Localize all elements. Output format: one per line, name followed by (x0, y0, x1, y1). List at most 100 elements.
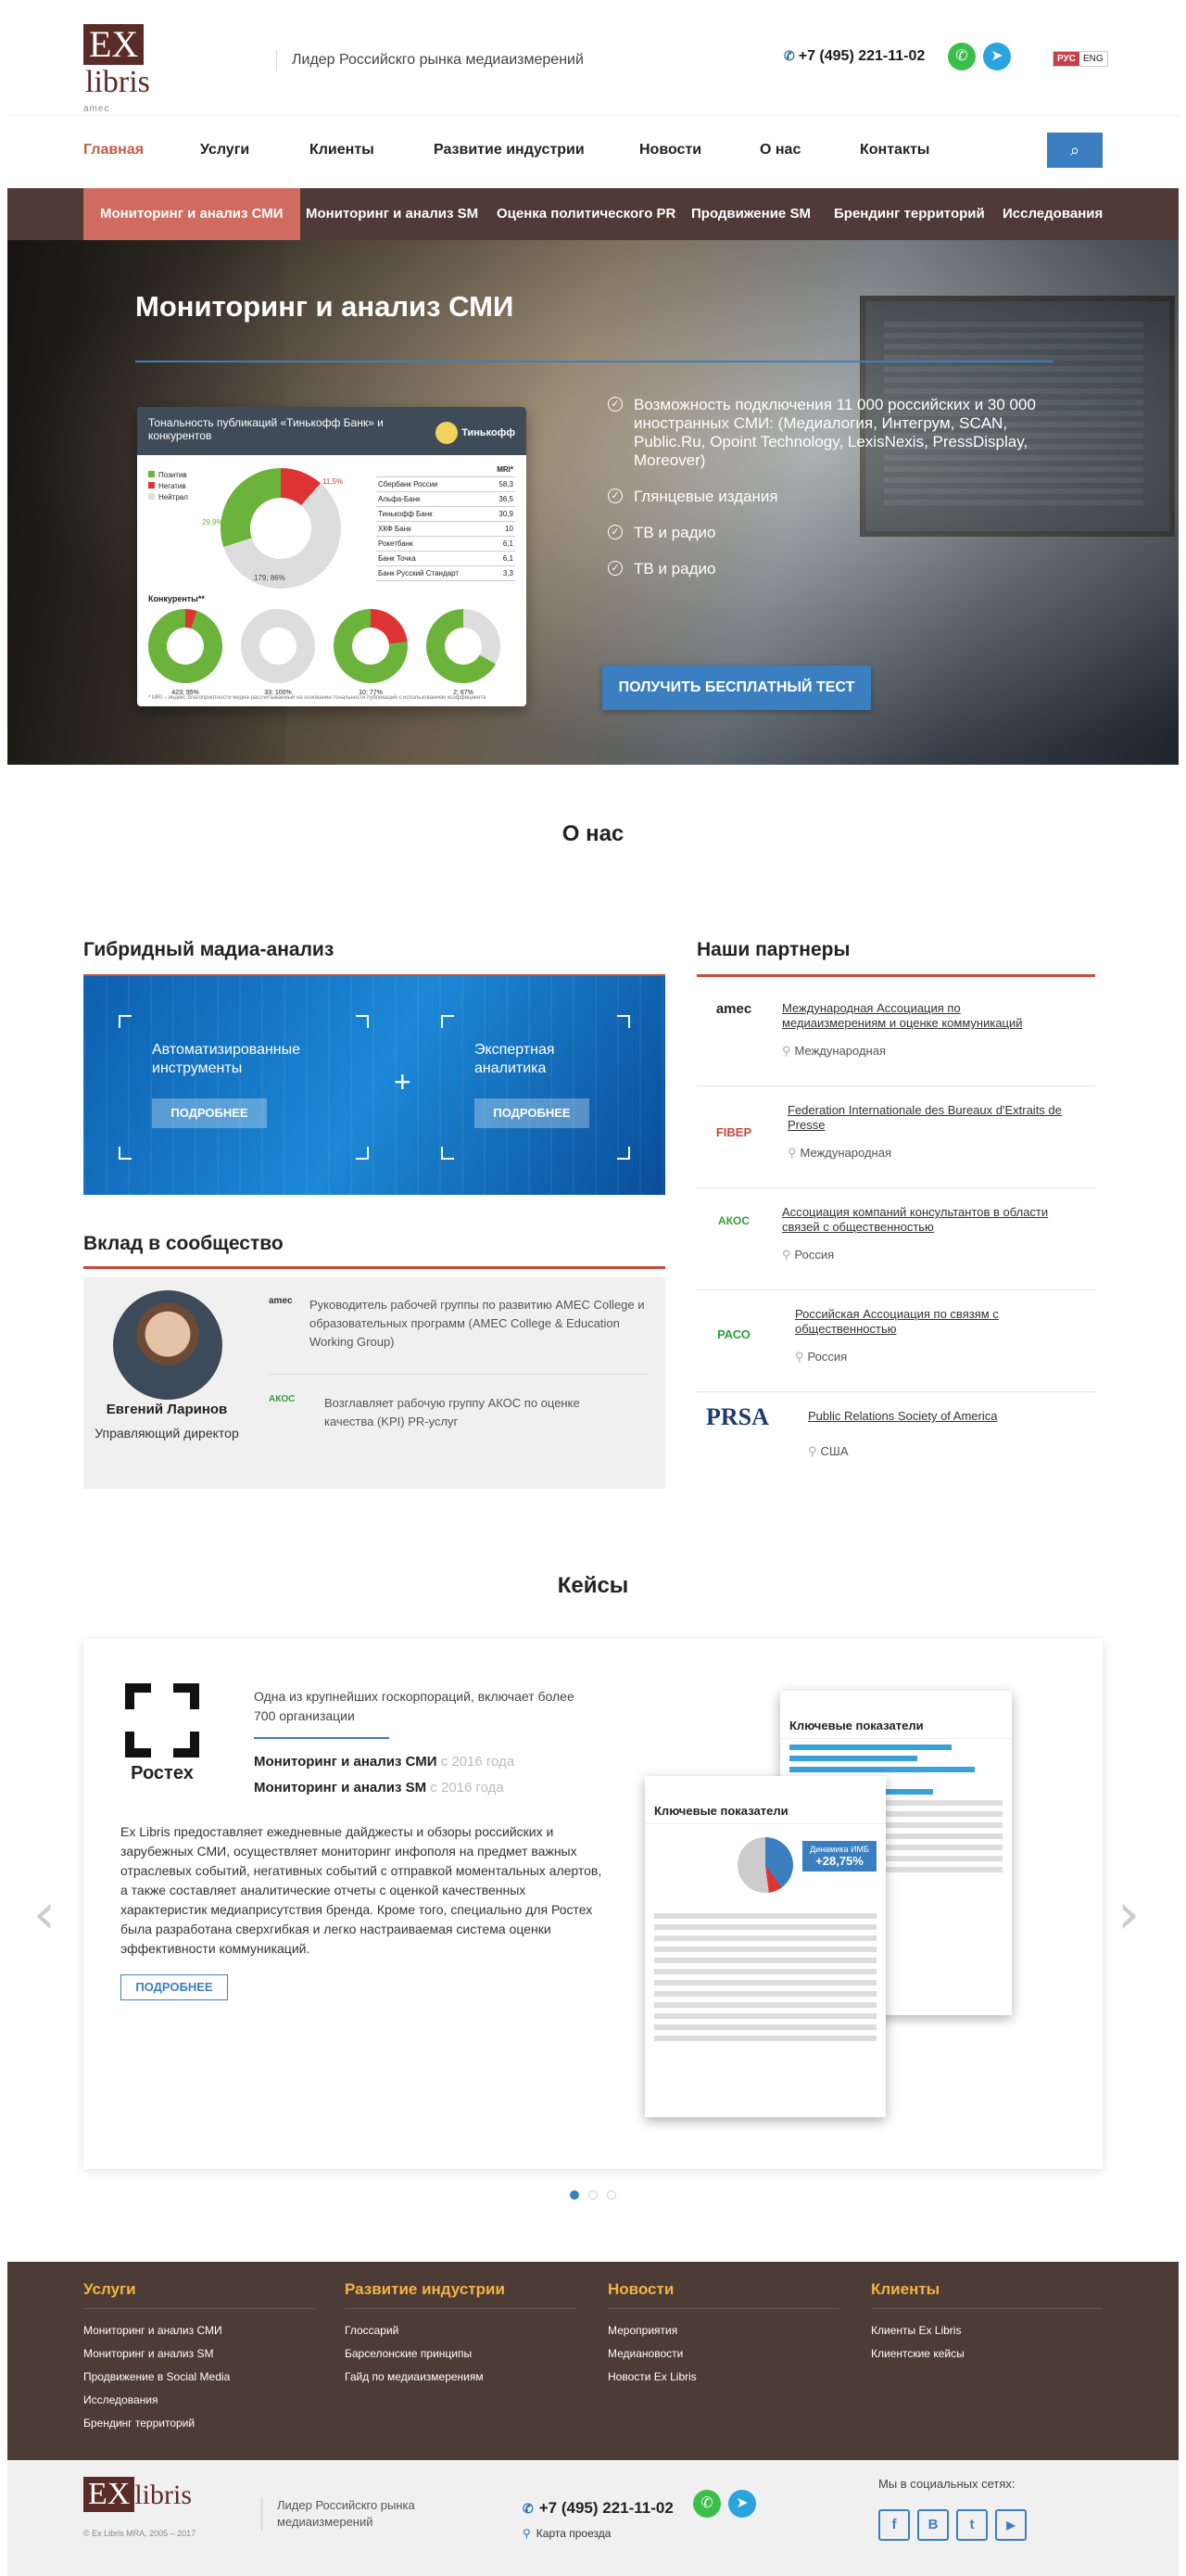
footer-link[interactable]: Новости Ex Libris (608, 2370, 839, 2383)
contrib-title: Вклад в сообщество (83, 1233, 284, 1254)
partner-item[interactable]: PRSA Public Relations Society of America… (697, 1392, 1095, 1494)
benefit-text: ТВ и радио (634, 560, 716, 577)
nav-industry[interactable]: Развитие индустрии (434, 142, 585, 159)
phone-icon: ✆ (523, 2501, 534, 2516)
lang-ru[interactable]: РУС (1054, 52, 1079, 66)
frame-corner (617, 1147, 630, 1160)
partner-item[interactable]: АКОС Ассоциация компаний консультантов в… (697, 1188, 1095, 1290)
subnav-political-pr[interactable]: Оценка политического PR (480, 188, 692, 240)
site-footer: Услуги Мониторинг и анализ СМИ Мониторин… (7, 2262, 1179, 2460)
footer-logo[interactable]: EX libris (83, 2477, 192, 2512)
doc-kpi-value: +28,75% (815, 1854, 864, 1868)
hero-benefits-list: ✓ Возможность подключения 11 000 российск… (608, 396, 1043, 596)
expert-more-button[interactable]: ПОДРОБНЕЕ (474, 1098, 589, 1128)
case-more-button[interactable]: ПОДРОБНЕЕ (120, 1974, 228, 2000)
search-button[interactable]: ⌕ (1047, 133, 1103, 168)
hybrid-analysis-banner: Автоматизированные инструменты ПОДРОБНЕЕ… (83, 976, 665, 1195)
automation-more-button[interactable]: ПОДРОБНЕЕ (152, 1098, 267, 1128)
nav-clients[interactable]: Клиенты (309, 142, 374, 159)
footer-link[interactable]: Продвижение в Social Media (83, 2370, 315, 2383)
doc-table (645, 1913, 886, 2041)
nav-services[interactable]: Услуги (200, 142, 249, 159)
report-footnote: * MRI – индекс благоприятности медиа рас… (148, 695, 486, 701)
partner-item[interactable]: РАСО Российская Ассоциация по связям с о… (697, 1290, 1095, 1392)
mri-table: MRI* Сбербанк России 58,3 Альфа-Банк 36,5 … (376, 463, 515, 581)
twitter-icon[interactable]: t (956, 2509, 988, 2541)
nav-about[interactable]: О нас (760, 142, 801, 159)
carousel-dot[interactable] (570, 2190, 579, 2200)
facebook-icon[interactable]: f (878, 2509, 910, 2541)
subnav-media-monitoring[interactable]: Мониторинг и анализ СМИ (83, 188, 300, 240)
logo-partners: amec (83, 104, 110, 114)
report-preview: Тональность публикаций «Тинькофф Банк» и… (137, 407, 526, 706)
chevron-right-icon[interactable]: › (1117, 1882, 1140, 1947)
amec-logo: amec (269, 1296, 293, 1306)
footer-link[interactable]: Исследования (83, 2393, 315, 2406)
mri-value: 58,3 (498, 480, 513, 489)
subnav-sm-monitoring[interactable]: Мониторинг и анализ SM (289, 188, 495, 240)
case-card: Ростех Одна из крупнейших госкорпораций,… (83, 1639, 1103, 2169)
frame-corner (441, 1015, 454, 1028)
main-nav: Главная Услуги Клиенты Развитие индустри… (7, 116, 1179, 188)
footer-link[interactable]: Медиановости (608, 2347, 839, 2360)
telegram-icon[interactable]: ➤ (983, 43, 1011, 70)
partner-location: ⚲ Международная (782, 1044, 886, 1059)
person-name: Евгений Ларинов (106, 1402, 228, 1417)
report-bank-name: Тинькофф (461, 426, 515, 438)
footer-phone[interactable]: ✆ +7 (495) 221-11-02 (523, 2499, 674, 2518)
partner-name[interactable]: Международная Ассоциация по медиаизмерен… (782, 1001, 1060, 1031)
subnav-branding[interactable]: Брендинг территорий (817, 188, 1002, 240)
footer-col-title: Услуги (83, 2280, 315, 2309)
partner-location-text: Россия (794, 1248, 835, 1262)
footer-link[interactable]: Мониторинг и анализ СМИ (83, 2324, 315, 2337)
partner-name[interactable]: Federation Internationale des Bureaux d'… (788, 1103, 1066, 1133)
partner-item[interactable]: FIBEP Federation Internationale des Bure… (697, 1086, 1095, 1188)
benefit-item: ✓ Глянцевые издания (608, 488, 1043, 506)
benefit-item: ✓ Возможность подключения 11 000 российск… (608, 396, 1043, 470)
mri-bank: Тинькофф Банк (378, 510, 433, 518)
lang-en[interactable]: ENG (1079, 52, 1107, 66)
partner-name[interactable]: Public Relations Society of America (808, 1409, 1086, 1424)
free-test-button[interactable]: ПОЛУЧИТЬ БЕСПЛАТНЫЙ ТЕСТ (602, 666, 871, 710)
partner-item[interactable]: amec Международная Ассоциация по медиаиз… (697, 984, 1095, 1086)
footer-link[interactable]: Глоссарий (345, 2324, 576, 2337)
header-phone[interactable]: ✆ +7 (495) 221-11-02 (784, 48, 925, 65)
carousel-dot[interactable] (588, 2190, 598, 2200)
footer-link[interactable]: Клиенты Ex Libris (871, 2324, 1103, 2337)
vk-icon[interactable]: В (917, 2509, 949, 2541)
footer-link[interactable]: Брендинг территорий (83, 2417, 315, 2430)
carousel-dot[interactable] (607, 2190, 616, 2200)
footer-link[interactable]: Гайд по медиаизмерениям (345, 2370, 576, 2383)
frame-corner (356, 1015, 369, 1028)
nav-home[interactable]: Главная (83, 142, 144, 159)
map-link[interactable]: ⚲ Карта проезда (523, 2527, 611, 2540)
footer-link[interactable]: Клиентские кейсы (871, 2347, 1103, 2360)
footer-link[interactable]: Мероприятия (608, 2324, 839, 2337)
case-service: Мониторинг и анализ СМИ с 2016 года (254, 1754, 514, 1770)
youtube-icon[interactable]: ▶ (995, 2509, 1027, 2541)
nav-contacts[interactable]: Контакты (860, 142, 929, 159)
subnav-research[interactable]: Исследования (986, 188, 1119, 240)
telegram-icon[interactable]: ➤ (728, 2490, 756, 2518)
frame-corner (119, 1147, 132, 1160)
partner-location-text: Международная (794, 1044, 886, 1058)
logo-ex: EX (83, 2477, 135, 2512)
footer-link[interactable]: Мониторинг и анализ SM (83, 2347, 315, 2360)
nav-news[interactable]: Новости (639, 142, 701, 159)
whatsapp-icon[interactable]: ✆ (693, 2490, 721, 2518)
whatsapp-icon[interactable]: ✆ (948, 43, 976, 70)
doc-kpi-label: Динамика ИМБ (810, 1845, 869, 1854)
footer-link[interactable]: Барселонские принципы (345, 2347, 576, 2360)
ex-libris-logo[interactable]: EXlibris amec (83, 24, 185, 114)
mri-value: 6,1 (502, 554, 513, 563)
contrib-text: Руководитель рабочей группы по развитию … (309, 1298, 645, 1349)
avatar (113, 1290, 222, 1400)
partner-name[interactable]: Ассоциация компаний консультантов в обла… (782, 1205, 1060, 1235)
location-icon: ⚲ (795, 1350, 804, 1364)
partner-name[interactable]: Российская Ассоциация по связям с общест… (795, 1307, 1073, 1337)
mri-row: Сбербанк России 58,3 (376, 477, 515, 492)
partner-location-text: Россия (807, 1350, 848, 1364)
subnav-sm-promotion[interactable]: Продвижение SM (675, 188, 827, 240)
chevron-left-icon[interactable]: ‹ (33, 1882, 56, 1947)
partner-logo: АКОС (718, 1214, 750, 1227)
